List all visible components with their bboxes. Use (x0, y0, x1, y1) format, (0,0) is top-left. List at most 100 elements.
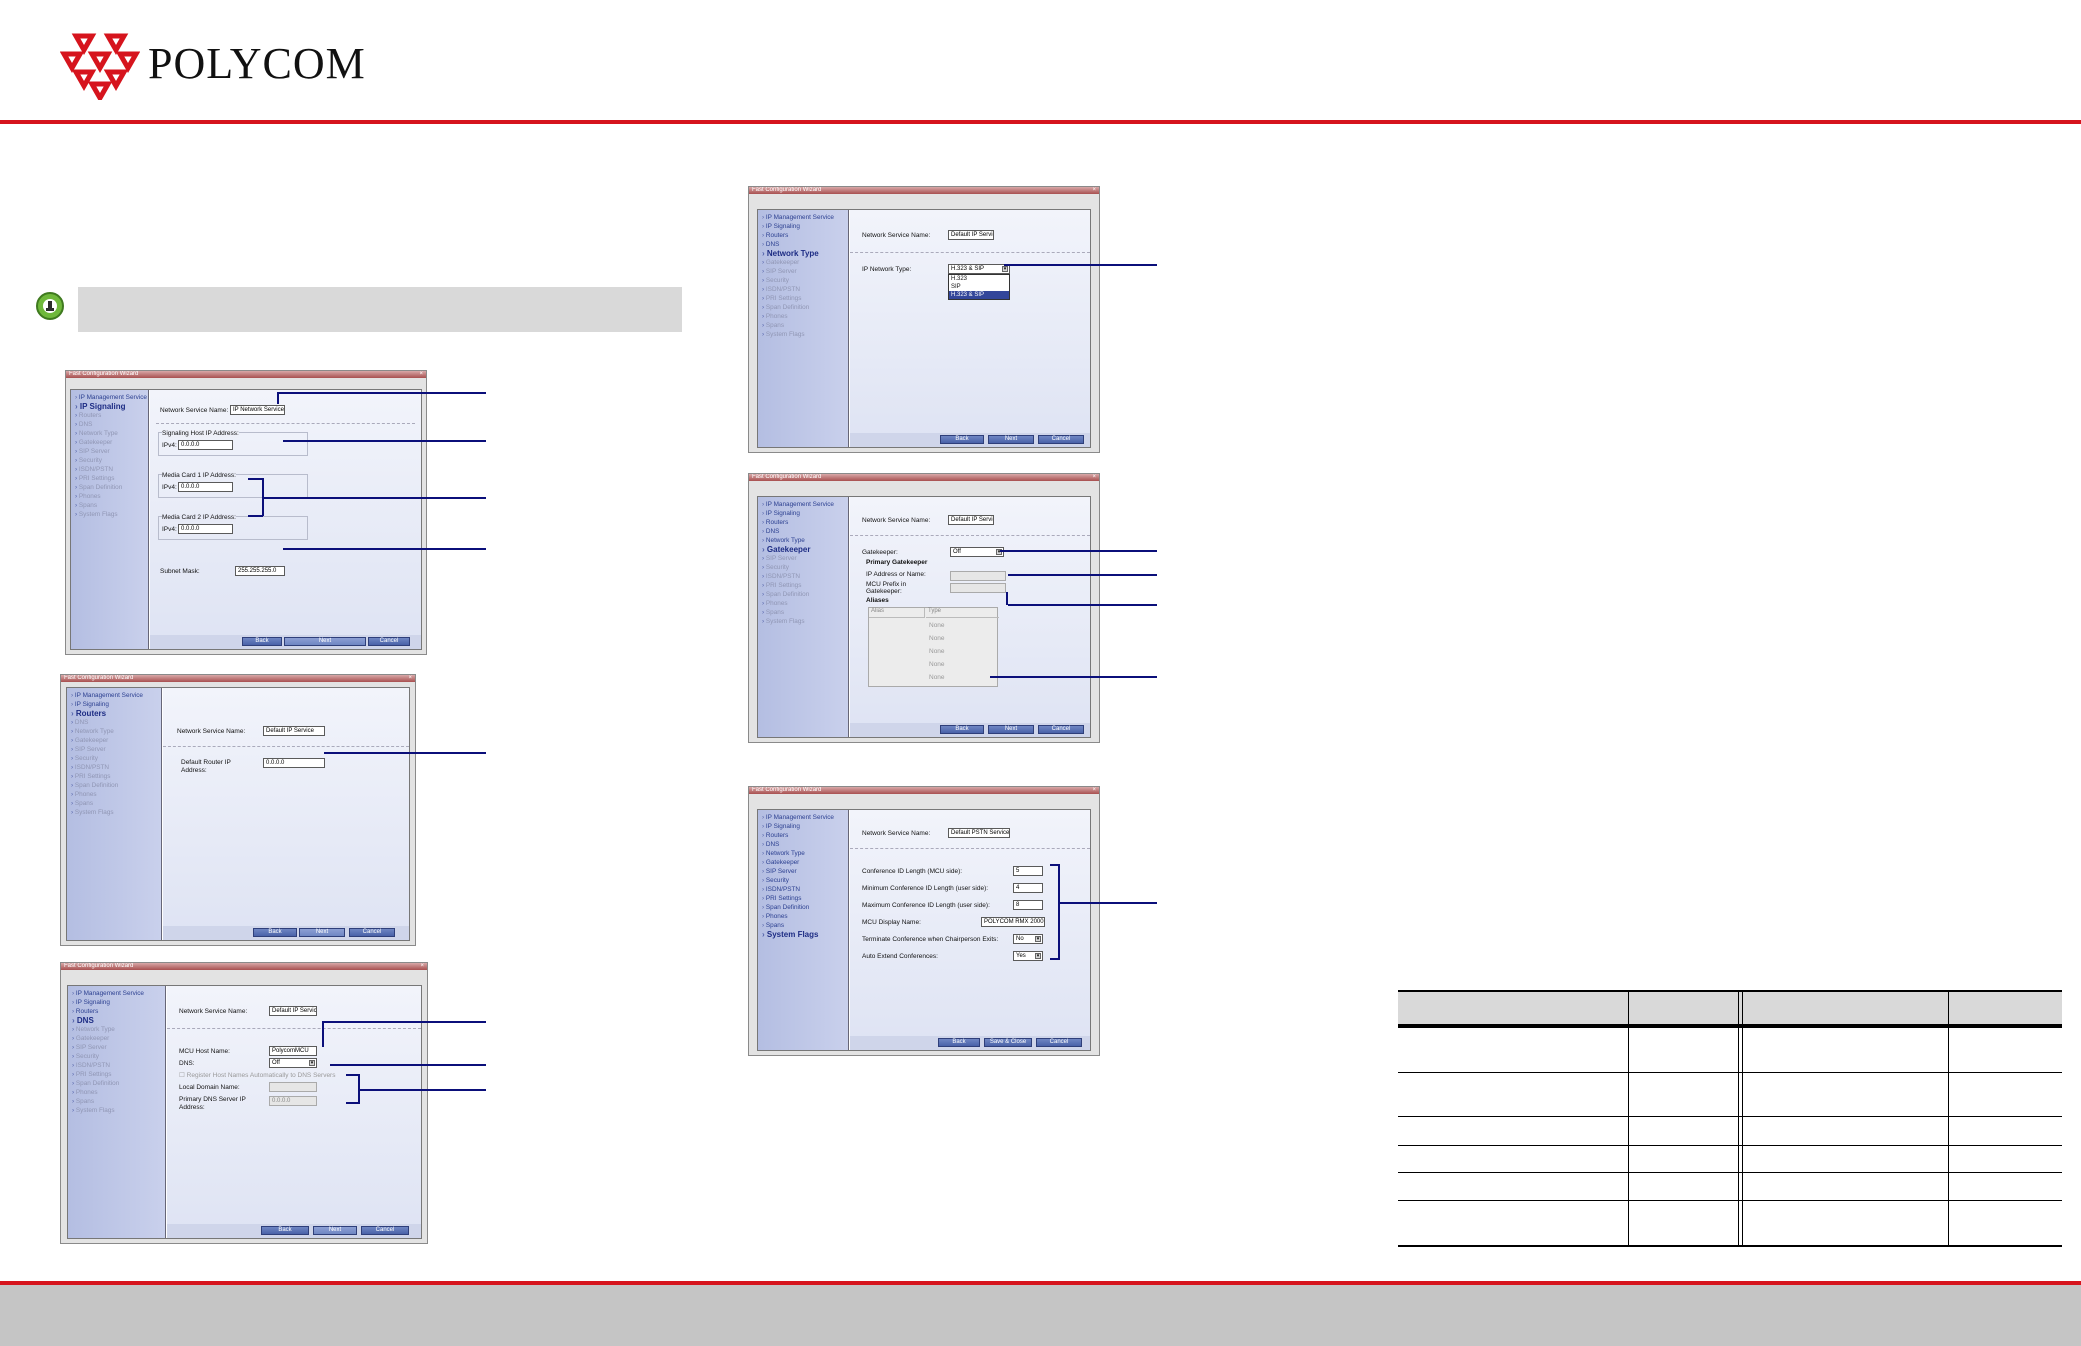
nav-item[interactable]: Gatekeeper (71, 736, 161, 745)
register-checkbox[interactable]: ☐ Register Host Names Automatically to D… (179, 1072, 335, 1080)
nav-item[interactable]: IP Management Service (762, 213, 848, 222)
nav-item[interactable]: Routers (762, 231, 848, 240)
nav-item[interactable]: IP Signaling (762, 822, 848, 831)
service-name-field[interactable]: Default IP Service (948, 230, 994, 240)
dropdown-option-selected[interactable]: H.323 & SIP (949, 291, 1009, 299)
service-name-field[interactable]: Default IP Service (263, 726, 325, 736)
nav-item[interactable]: SIP Server (762, 867, 848, 876)
nav-item[interactable]: Phones (762, 599, 848, 608)
nav-item[interactable]: IP Management Service (75, 393, 148, 402)
nav-item[interactable]: Spans (762, 608, 848, 617)
cancel-button[interactable]: Cancel (361, 1226, 409, 1235)
cancel-button[interactable]: Cancel (1036, 1038, 1082, 1047)
service-name-field[interactable]: Default PSTN Service (948, 828, 1010, 838)
nav-item[interactable]: System Flags (71, 808, 161, 817)
close-icon[interactable]: × (1092, 474, 1096, 481)
nav-item[interactable]: Span Definition (762, 303, 848, 312)
chevron-down-icon[interactable]: ▾ (1035, 953, 1041, 959)
nav-item-current[interactable]: DNS (72, 1016, 165, 1025)
nav-item[interactable]: PRI Settings (762, 581, 848, 590)
nav-item[interactable]: Phones (762, 912, 848, 921)
close-icon[interactable]: × (1092, 787, 1096, 794)
nav-item[interactable]: ISDN/PSTN (75, 465, 148, 474)
nav-item[interactable]: Network Type (762, 536, 848, 545)
chevron-down-icon[interactable]: ▾ (1002, 266, 1008, 272)
nav-item[interactable]: PRI Settings (75, 474, 148, 483)
mcu-display-name-field[interactable]: POLYCOM RMX 2000 (981, 917, 1045, 927)
close-icon[interactable]: × (420, 963, 424, 970)
nav-item[interactable]: IP Management Service (762, 813, 848, 822)
close-icon[interactable]: × (1092, 187, 1096, 194)
nav-item[interactable]: Routers (762, 831, 848, 840)
nav-item-current[interactable]: Gatekeeper (762, 545, 848, 554)
flag-spinner[interactable]: 8 (1013, 900, 1043, 910)
dns-select[interactable]: Off ▾ (269, 1058, 317, 1068)
nav-item[interactable]: PRI Settings (762, 294, 848, 303)
back-button[interactable]: Back (940, 725, 984, 734)
dropdown-option[interactable]: SIP (949, 283, 1009, 291)
flag-select[interactable]: No ▾ (1013, 934, 1043, 944)
service-name-field[interactable]: Default IP Service (948, 515, 994, 525)
nav-item[interactable]: DNS (75, 420, 148, 429)
media-card-2-field[interactable]: 0.0.0.0 (178, 524, 233, 534)
nav-item[interactable]: IP Management Service (762, 500, 848, 509)
nav-item[interactable]: Spans (75, 501, 148, 510)
nav-item[interactable]: Phones (762, 312, 848, 321)
next-button[interactable]: Next (313, 1226, 357, 1235)
nav-item[interactable]: Security (762, 276, 848, 285)
nav-item[interactable]: System Flags (762, 617, 848, 626)
flag-spinner[interactable]: 5 (1013, 866, 1043, 876)
gatekeeper-select[interactable]: Off ▾ (950, 547, 1004, 557)
nav-item[interactable]: ISDN/PSTN (762, 885, 848, 894)
close-icon[interactable]: × (419, 371, 423, 378)
nav-item[interactable]: SIP Server (762, 267, 848, 276)
nav-item[interactable]: PRI Settings (71, 772, 161, 781)
nav-item[interactable]: ISDN/PSTN (762, 572, 848, 581)
cancel-button[interactable]: Cancel (1038, 725, 1084, 734)
nav-item[interactable]: Routers (762, 518, 848, 527)
nav-item[interactable]: Phones (71, 790, 161, 799)
nav-item[interactable]: ISDN/PSTN (71, 763, 161, 772)
back-button[interactable]: Back (253, 928, 297, 937)
next-button[interactable]: Next (988, 725, 1034, 734)
nav-item[interactable]: Routers (75, 411, 148, 420)
nav-item[interactable]: IP Signaling (71, 700, 161, 709)
nav-item[interactable]: Security (71, 754, 161, 763)
nav-item[interactable]: Span Definition (762, 590, 848, 599)
next-button[interactable]: Next (988, 435, 1034, 444)
nav-item[interactable]: PRI Settings (762, 894, 848, 903)
nav-item-current[interactable]: Network Type (762, 249, 848, 258)
nav-item[interactable]: Phones (72, 1088, 165, 1097)
close-icon[interactable]: × (408, 675, 412, 682)
nav-item[interactable]: Gatekeeper (75, 438, 148, 447)
nav-item[interactable]: Gatekeeper (72, 1034, 165, 1043)
media-card-1-field[interactable]: 0.0.0.0 (178, 482, 233, 492)
back-button[interactable]: Back (940, 435, 984, 444)
cancel-button[interactable]: Cancel (368, 637, 410, 646)
network-type-select[interactable]: H.323 & SIP ▾ (948, 264, 1010, 274)
nav-item[interactable]: DNS (762, 840, 848, 849)
nav-item[interactable]: Security (75, 456, 148, 465)
nav-item[interactable]: IP Management Service (71, 691, 161, 700)
save-close-button[interactable]: Save & Close (984, 1038, 1032, 1047)
nav-item[interactable]: System Flags (72, 1106, 165, 1115)
nav-item[interactable]: Spans (762, 321, 848, 330)
primary-dns-field[interactable]: 0.0.0.0 (269, 1096, 317, 1106)
nav-item[interactable]: System Flags (762, 330, 848, 339)
nav-item[interactable]: Gatekeeper (762, 258, 848, 267)
nav-item[interactable]: DNS (762, 527, 848, 536)
nav-item[interactable]: Spans (72, 1097, 165, 1106)
subnet-field[interactable]: 255.255.255.0 (235, 566, 285, 576)
back-button[interactable]: Back (938, 1038, 980, 1047)
chevron-down-icon[interactable]: ▾ (1035, 936, 1041, 942)
nav-item[interactable]: Routers (72, 1007, 165, 1016)
nav-item[interactable]: IP Management Service (72, 989, 165, 998)
next-button[interactable]: Next (299, 928, 345, 937)
nav-item[interactable]: Security (762, 563, 848, 572)
service-name-field[interactable]: Default IP Service (269, 1006, 317, 1016)
nav-item[interactable]: SIP Server (762, 554, 848, 563)
domain-field[interactable] (269, 1082, 317, 1092)
mcu-prefix-field[interactable] (950, 583, 1006, 593)
nav-item[interactable]: IP Signaling (72, 998, 165, 1007)
nav-item-current[interactable]: System Flags (762, 930, 848, 939)
